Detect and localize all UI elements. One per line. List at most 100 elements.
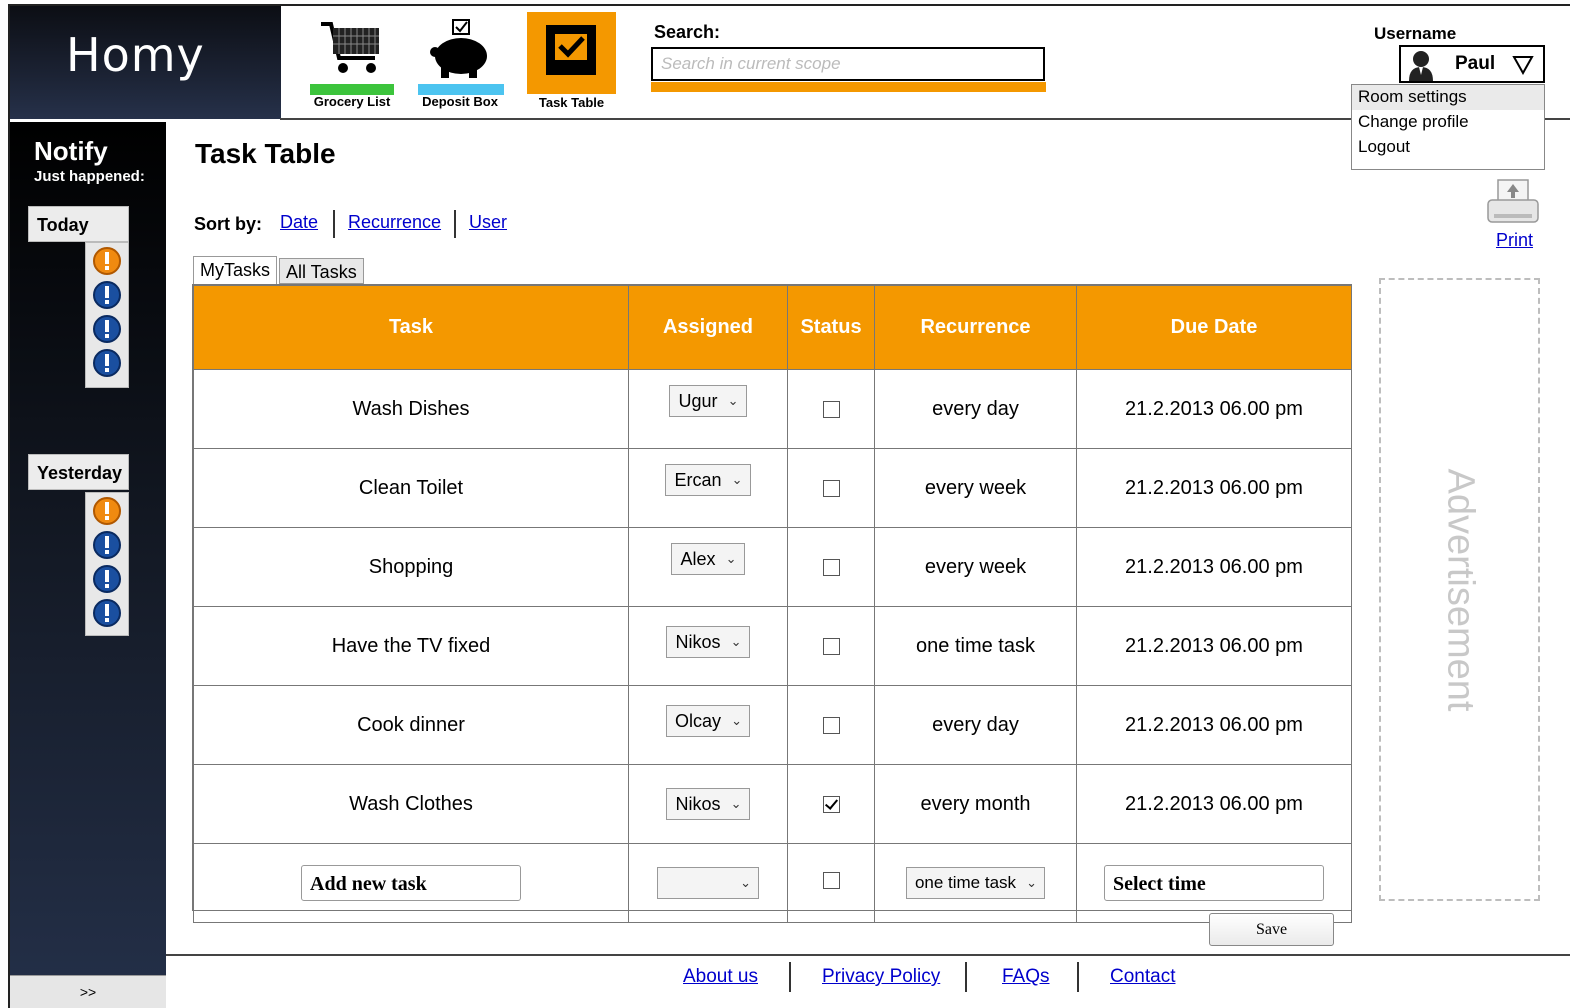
search-label: Search: — [654, 22, 721, 42]
sort-separator — [454, 210, 456, 238]
status-cell — [787, 527, 875, 607]
menu-item-change-profile[interactable]: Change profile — [1352, 110, 1544, 135]
assigned-cell: Alex ⌄ — [628, 527, 788, 607]
status-checkbox[interactable] — [822, 400, 840, 418]
due-date-value: 21.2.2013 06.00 pm — [1076, 448, 1352, 528]
due-date-value: 21.2.2013 06.00 pm — [1076, 369, 1352, 449]
column-header-status: Status — [787, 285, 875, 370]
new-task-cell: Add new task — [193, 843, 629, 923]
info-icon[interactable] — [92, 564, 122, 594]
print-link[interactable]: Print — [1496, 230, 1533, 251]
status-cell — [787, 685, 875, 765]
assigned-value: Ugur — [678, 391, 718, 411]
status-checkbox[interactable] — [822, 716, 840, 734]
notify-sidebar: Notify Just happened: Today Yesterday >> — [10, 122, 166, 1008]
warning-icon[interactable] — [92, 496, 122, 526]
chevron-down-icon: ⌄ — [731, 713, 742, 728]
yesterday-notifications — [85, 492, 129, 636]
notify-title: Notify — [34, 136, 108, 166]
sidebar-expand-button[interactable]: >> — [10, 975, 166, 1008]
status-cell — [787, 369, 875, 449]
assigned-cell: Ercan ⌄ — [628, 448, 788, 528]
due-date-value: 21.2.2013 06.00 pm — [1076, 527, 1352, 607]
new-recurrence-cell: one time task ⌄ — [874, 843, 1077, 923]
new-assigned-cell: ⌄ — [628, 843, 788, 923]
new-recurrence-select[interactable]: one time task ⌄ — [905, 867, 1046, 899]
assigned-select[interactable]: Nikos ⌄ — [666, 626, 750, 658]
new-task-input[interactable]: Add new task — [301, 865, 521, 901]
today-label: Today — [28, 206, 129, 242]
assigned-select[interactable]: Alex ⌄ — [671, 543, 745, 575]
status-checkbox[interactable] — [822, 637, 840, 655]
task-name: Cook dinner — [193, 685, 629, 765]
assigned-cell: Nikos ⌄ — [628, 606, 788, 686]
assigned-cell: Ugur ⌄ — [628, 369, 788, 449]
save-button[interactable]: Save — [1209, 913, 1334, 946]
assigned-select[interactable]: Ugur ⌄ — [669, 385, 747, 417]
tab-mytasks[interactable]: MyTasks — [193, 256, 278, 284]
assigned-select[interactable]: Ercan ⌄ — [665, 464, 751, 496]
nav-grocery-list[interactable]: Grocery List — [308, 14, 396, 114]
recurrence-value: one time task — [874, 606, 1077, 686]
search-input[interactable] — [651, 47, 1045, 81]
chevron-down-icon: ⌄ — [727, 393, 739, 408]
info-icon[interactable] — [92, 530, 122, 560]
chevron-down-icon: ⌄ — [725, 551, 737, 566]
footer-link-privacy-policy[interactable]: Privacy Policy — [822, 966, 940, 988]
nav-deposit-box[interactable]: Deposit Box — [414, 14, 506, 114]
info-icon[interactable] — [92, 280, 122, 310]
column-header-assigned: Assigned — [628, 285, 788, 370]
footer-link-contact[interactable]: Contact — [1110, 966, 1175, 988]
table-row: Have the TV fixed Nikos ⌄ one time task 2… — [193, 606, 1352, 686]
footer-link-about-us[interactable]: About us — [683, 966, 758, 988]
advertisement-placeholder: Advertisement — [1379, 278, 1540, 901]
tab-all-tasks[interactable]: All Tasks — [279, 258, 364, 284]
nav-label: Grocery List — [313, 94, 391, 109]
status-checkbox[interactable] — [822, 558, 840, 576]
assigned-select[interactable]: Nikos ⌄ — [666, 788, 750, 820]
menu-item-room-settings[interactable]: Room settings — [1352, 85, 1544, 110]
new-time-cell: Select time — [1076, 843, 1352, 923]
piggy-bank-icon — [430, 19, 487, 78]
task-table: Task Assigned Status Recurrence Due Date… — [192, 284, 1352, 923]
task-name: Have the TV fixed — [193, 606, 629, 686]
app-logo[interactable]: Homy — [10, 6, 281, 119]
due-date-value: 21.2.2013 06.00 pm — [1076, 764, 1352, 844]
search-accent-bar — [651, 82, 1046, 92]
sort-by-recurrence-link[interactable]: Recurrence — [348, 212, 441, 233]
chevron-down-icon: ⌄ — [730, 634, 742, 649]
due-date-value: 21.2.2013 06.00 pm — [1076, 606, 1352, 686]
table-row: Shopping Alex ⌄ every week 21.2.2013 06.0… — [193, 527, 1352, 607]
status-cell — [787, 764, 875, 844]
notify-subtitle: Just happened: — [34, 168, 145, 185]
chevron-down-icon: ⌄ — [731, 472, 743, 487]
status-checkbox-checked[interactable] — [822, 795, 840, 813]
table-header-row: Task Assigned Status Recurrence Due Date — [193, 285, 1352, 370]
task-name: Wash Clothes — [193, 764, 629, 844]
footer-link-faqs[interactable]: FAQs — [1002, 966, 1050, 988]
recurrence-value: every day — [874, 369, 1077, 449]
new-status-checkbox[interactable] — [822, 871, 840, 889]
chevron-down-icon: ⌄ — [1026, 875, 1038, 890]
menu-item-logout[interactable]: Logout — [1352, 135, 1544, 160]
new-assigned-select[interactable]: ⌄ — [657, 867, 759, 899]
assigned-select[interactable]: Olcay ⌄ — [665, 705, 750, 737]
user-dropdown-menu: Room settings Change profile Logout — [1351, 84, 1545, 170]
info-icon[interactable] — [92, 348, 122, 378]
warning-icon[interactable] — [92, 246, 122, 276]
footer-separator — [965, 962, 967, 992]
info-icon[interactable] — [92, 598, 122, 628]
footer-divider — [166, 954, 1570, 956]
dropdown-triangle-icon — [1512, 56, 1534, 75]
info-icon[interactable] — [92, 314, 122, 344]
sort-by-date-link[interactable]: Date — [280, 212, 318, 233]
sort-by-user-link[interactable]: User — [469, 212, 507, 233]
task-name: Clean Toilet — [193, 448, 629, 528]
nav-task-table[interactable] — [527, 12, 616, 94]
assigned-value: Alex — [680, 549, 716, 569]
new-status-cell — [787, 843, 875, 923]
select-time-input[interactable]: Select time — [1104, 865, 1324, 901]
user-menu-button[interactable]: Paul — [1399, 45, 1545, 83]
printer-icon[interactable] — [1486, 178, 1540, 228]
status-checkbox[interactable] — [822, 479, 840, 497]
